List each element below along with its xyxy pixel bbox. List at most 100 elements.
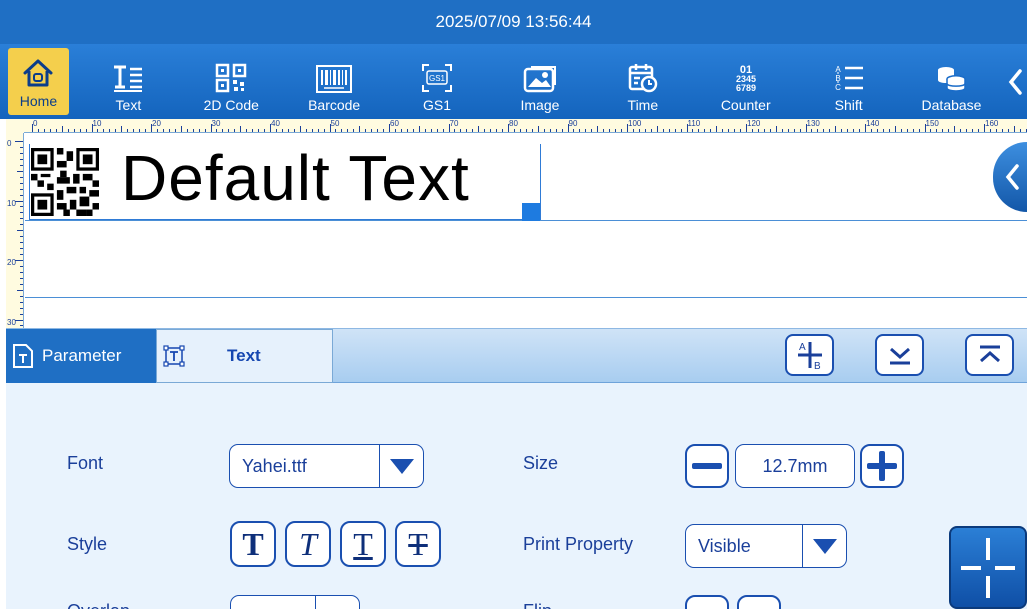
ruler-tick [20, 158, 23, 160]
ruler-tick [799, 129, 801, 132]
overlap-select[interactable] [230, 595, 360, 609]
dropdown-arrow-icon [315, 596, 359, 609]
ruler-tick [930, 129, 932, 132]
ruler-tick [740, 129, 742, 132]
ruler-tick [978, 129, 980, 132]
ruler-label: 150 [925, 119, 939, 128]
horizontal-ruler: 0 10 20 30 40 50 60 70 80 90 100 110 120 130 140 150 160 [24, 119, 1027, 133]
flip-vertical-button[interactable] [685, 595, 729, 609]
ruler-tick [823, 129, 825, 132]
resize-handle[interactable] [522, 203, 540, 221]
size-increase-button[interactable] [860, 444, 904, 488]
font-select[interactable]: Yahei.ttf [229, 444, 424, 488]
ruler-tick [466, 129, 468, 132]
ruler-tick [406, 129, 408, 132]
ruler-tick [20, 301, 23, 303]
editor-canvas[interactable]: Default Text [25, 134, 1027, 328]
ruler-tick [145, 129, 147, 132]
ruler-tick [442, 129, 444, 132]
ruler-tick [103, 129, 105, 132]
toolbar-database-button[interactable]: Database [900, 44, 1003, 119]
ruler-tick [775, 126, 777, 132]
size-decrease-button[interactable] [685, 444, 729, 488]
ruler-label: 110 [687, 119, 701, 128]
ruler-tick [311, 129, 313, 132]
ruler-tick [204, 129, 206, 132]
barcode-icon [316, 65, 353, 93]
vertical-ruler: 0 10 20 30 [6, 133, 24, 333]
ruler-label: 30 [211, 119, 221, 128]
style-bold-button[interactable]: T [230, 521, 276, 567]
canvas-text-object[interactable]: Default Text [121, 140, 470, 216]
position-cross-button[interactable] [949, 526, 1027, 609]
print-property-select[interactable]: Visible [685, 524, 847, 568]
move-down-button[interactable] [875, 334, 924, 376]
ruler-tick [222, 129, 224, 132]
ruler-label: 10 [92, 119, 102, 128]
ruler-tick [20, 313, 23, 315]
ruler-tick [573, 129, 575, 132]
ruler-tick [67, 129, 69, 132]
ruler-tick [20, 152, 23, 154]
ruler-tick [490, 129, 492, 132]
flip-label: Flip [523, 601, 552, 609]
toolbar-image-button[interactable]: Image [489, 44, 592, 119]
style-strikethrough-button[interactable]: T [395, 521, 441, 567]
size-value-field[interactable]: 12.7mm [735, 444, 855, 488]
ruler-tick [20, 146, 23, 148]
tab-text-label: Text [227, 346, 261, 365]
collapse-panel-button[interactable] [993, 142, 1027, 212]
ruler-tick [787, 129, 789, 132]
ruler-tick [139, 129, 141, 132]
toolbar-text-button[interactable]: Text [77, 44, 180, 119]
ruler-tick [585, 129, 587, 132]
ruler-tick [1025, 129, 1027, 132]
ruler-tick [198, 129, 200, 132]
toolbar-gs1-button[interactable]: GS1 GS1 [386, 44, 489, 119]
ruler-tick [234, 129, 236, 132]
underline-icon: T [353, 525, 373, 562]
move-to-top-button[interactable] [965, 334, 1014, 376]
ruler-tick [989, 129, 991, 132]
ruler-tick [638, 129, 640, 132]
toolbar-2d-code-button[interactable]: 2D Code [180, 44, 283, 119]
tab-parameter[interactable]: Parameter [6, 329, 156, 383]
style-underline-button[interactable]: T [340, 521, 386, 567]
ruler-tick [20, 242, 23, 244]
ruler-tick [20, 182, 23, 184]
ruler-tick [246, 129, 248, 132]
ruler-tick [579, 129, 581, 132]
add-text-button[interactable]: A B [785, 334, 834, 376]
qr-code-object[interactable] [31, 146, 99, 218]
ruler-tick [353, 129, 355, 132]
home-icon [23, 59, 53, 87]
toolbar-counter-button[interactable]: 01 2345 6789 Counter [694, 44, 797, 119]
ruler-tick [650, 129, 652, 132]
ruler-tick [621, 129, 623, 132]
ruler-tick [757, 129, 759, 132]
toolbar-barcode-button[interactable]: Barcode [283, 44, 386, 119]
ruler-tick [484, 129, 486, 132]
ruler-tick [591, 129, 593, 132]
ruler-tick [609, 129, 611, 132]
toolbar-home-button[interactable]: Home [8, 48, 69, 115]
print-property-value: Visible [698, 535, 751, 556]
ruler-tick [186, 129, 188, 132]
bold-icon: T [242, 525, 264, 562]
ruler-label: 60 [390, 119, 399, 128]
style-italic-button[interactable]: T [285, 521, 331, 567]
ruler-tick [918, 129, 920, 132]
ruler-tick [258, 129, 260, 132]
ruler-tick [20, 283, 23, 285]
toolbar-more-button[interactable] [1003, 44, 1027, 119]
ruler-tick [882, 129, 884, 132]
toolbar-time-button[interactable]: Time [591, 44, 694, 119]
ruler-tick [15, 141, 23, 142]
flip-horizontal-button[interactable] [737, 595, 781, 609]
toolbar-label: Time [627, 97, 659, 113]
ruler-tick [615, 129, 617, 132]
ruler-tick [912, 129, 914, 132]
tab-text[interactable]: Text [156, 329, 333, 383]
toolbar-shift-button[interactable]: A B C Shift [797, 44, 900, 119]
ruler-tick [793, 129, 795, 132]
